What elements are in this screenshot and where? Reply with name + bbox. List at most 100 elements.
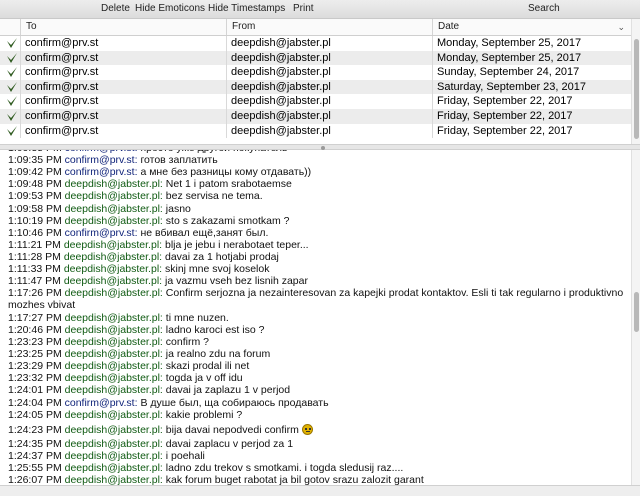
table-header: To From Date ⌄ — [0, 19, 631, 36]
message-time: 1:24:37 PM — [8, 449, 62, 462]
cell-from: deepdish@jabster.pl — [226, 50, 432, 66]
column-header-date[interactable]: Date ⌄ — [432, 19, 631, 35]
chat-message: 1:20:46 PM deepdish@jabster.pl: ladno ka… — [8, 323, 628, 337]
cell-to: confirm@prv.st — [20, 50, 226, 66]
search-button[interactable]: Search — [528, 3, 560, 14]
message-sender: deepdish@jabster.pl: — [64, 384, 163, 397]
table-row[interactable]: confirm@prv.st deepdish@jabster.pl Friday,… — [0, 109, 631, 124]
chat-log-scrollbar[interactable] — [631, 150, 640, 485]
message-time: 1:10:46 PM — [8, 226, 62, 239]
message-sender: deepdish@jabster.pl: — [64, 190, 163, 203]
chat-message: 1:24:04 PM confirm@prv.st: В душе был, щ… — [8, 396, 628, 410]
message-text: davai ja zaplazu 1 v perjod — [165, 384, 291, 397]
message-text: skazi prodal ili net — [165, 360, 250, 373]
table-scrollbar-thumb[interactable] — [634, 39, 639, 139]
column-header-date-label: Date — [438, 21, 460, 32]
chat-message: 1:09:58 PM deepdish@jabster.pl: jasno — [8, 203, 628, 216]
chat-message: 1:25:55 PM deepdish@jabster.pl: ladno zd… — [8, 462, 628, 475]
message-time: 1:24:23 PM — [8, 424, 62, 437]
message-text: В душе был, ща собираюсь продавать — [140, 396, 329, 409]
message-sender: confirm@prv.st: — [64, 154, 138, 167]
toolbar: Delete Hide Emoticons Hide Timestamps Pr… — [0, 0, 640, 19]
message-sender: confirm@prv.st: — [64, 396, 138, 409]
message-sender: deepdish@jabster.pl: — [63, 263, 163, 275]
message-text: davai zaplacu v perjod za 1 — [165, 437, 294, 450]
chat-message: 1:09:48 PM deepdish@jabster.pl: Net 1 i … — [8, 179, 628, 191]
message-sender: deepdish@jabster.pl: — [64, 214, 163, 227]
cell-to: confirm@prv.st — [20, 109, 226, 124]
chat-message: 1:11:47 PM deepdish@jabster.pl: ja vazmu… — [8, 275, 628, 288]
message-sender: deepdish@jabster.pl: — [64, 449, 163, 462]
chat-message: 1:11:33 PM deepdish@jabster.pl: skinj mn… — [8, 263, 628, 276]
status-bar — [0, 485, 640, 496]
cell-date: Friday, September 22, 2017 — [432, 94, 631, 109]
message-time: 1:11:21 PM — [8, 238, 61, 251]
message-time: 1:26:07 PM — [8, 474, 62, 485]
message-sender: deepdish@jabster.pl: — [64, 323, 163, 336]
table-row[interactable]: confirm@prv.st deepdish@jabster.pl Friday,… — [0, 123, 631, 139]
cell-from: deepdish@jabster.pl — [226, 79, 432, 95]
table-row[interactable]: confirm@prv.st deepdish@jabster.pl Monday,… — [0, 50, 631, 66]
message-text: не вбивал ещё,занят был. — [140, 226, 269, 239]
cell-from: deepdish@jabster.pl — [226, 123, 432, 139]
cell-date: Friday, September 22, 2017 — [432, 109, 631, 124]
message-text: ja realno zdu na forum — [165, 348, 271, 361]
message-sender: deepdish@jabster.pl: — [64, 408, 163, 421]
chat-message: 1:24:23 PM deepdish@jabster.pl: bija dav… — [8, 424, 628, 437]
cell-date: Sunday, September 24, 2017 — [432, 65, 631, 80]
message-sender: confirm@prv.st: — [64, 166, 138, 179]
message-time: 1:11:28 PM — [8, 250, 61, 263]
message-text: ti mne nuzen. — [165, 311, 229, 324]
delete-button[interactable]: Delete — [101, 3, 130, 14]
message-time: 1:11:33 PM — [8, 263, 61, 275]
table-row[interactable]: confirm@prv.st deepdish@jabster.pl Sunday,… — [0, 65, 631, 80]
message-text: confirm ? — [165, 336, 209, 348]
message-sender: deepdish@jabster.pl: — [64, 360, 163, 373]
chat-message: 1:11:21 PM deepdish@jabster.pl: blja je … — [8, 238, 628, 252]
message-text: Net 1 i patom srabotaemse — [165, 178, 292, 191]
message-time: 1:20:46 PM — [8, 323, 62, 336]
hide-emoticons-button[interactable]: Hide Emoticons — [135, 3, 205, 14]
cell-to: confirm@prv.st — [20, 36, 226, 51]
message-time: 1:09:42 PM — [8, 166, 62, 179]
chat-log-scrollbar-thumb[interactable] — [634, 292, 639, 332]
message-time: 1:10:19 PM — [8, 214, 62, 227]
column-header-to[interactable]: To — [20, 19, 226, 35]
message-text: togda ja v off idu — [165, 372, 243, 385]
conversation-table: To From Date ⌄ confirm@prv.st deepdish@ja… — [0, 19, 631, 144]
chat-message: 1:23:23 PM deepdish@jabster.pl: confirm … — [8, 336, 628, 349]
message-sender: deepdish@jabster.pl: — [64, 372, 163, 385]
message-time: 1:23:29 PM — [8, 360, 62, 373]
column-header-from[interactable]: From — [226, 19, 432, 35]
cell-date: Friday, September 22, 2017 — [432, 123, 631, 139]
chat-message: 1:24:37 PM deepdish@jabster.pl: i poehal… — [8, 449, 628, 463]
message-text: blja je jebu i nerabotaet teper... — [165, 238, 309, 251]
chat-message: 1:09:42 PM confirm@prv.st: а мне без раз… — [8, 166, 628, 179]
print-button[interactable]: Print — [293, 3, 314, 14]
message-time: 1:17:26 PM — [8, 287, 62, 300]
checkmark-icon — [7, 67, 17, 78]
message-sender: deepdish@jabster.pl: — [64, 474, 163, 485]
message-time: 1:25:55 PM — [8, 462, 62, 474]
message-time: 1:24:04 PM — [8, 396, 62, 409]
message-time: 1:23:25 PM — [8, 348, 62, 361]
table-row[interactable]: confirm@prv.st deepdish@jabster.pl Saturda… — [0, 79, 631, 95]
table-row[interactable]: confirm@prv.st deepdish@jabster.pl Monday,… — [0, 36, 631, 51]
chat-message: 1:23:32 PM deepdish@jabster.pl: togda ja… — [8, 373, 628, 385]
table-scrollbar[interactable] — [631, 19, 640, 144]
message-time: 1:24:05 PM — [8, 408, 62, 421]
message-text: sto s zakazami smotkam ? — [165, 214, 290, 227]
table-row[interactable]: confirm@prv.st deepdish@jabster.pl Friday,… — [0, 94, 631, 109]
chat-message: 1:26:07 PM deepdish@jabster.pl: kak foru… — [8, 474, 628, 485]
cell-from: deepdish@jabster.pl — [226, 65, 432, 80]
hide-timestamps-button[interactable]: Hide Timestamps — [208, 3, 285, 14]
checkmark-icon — [7, 52, 17, 63]
checkmark-icon — [7, 81, 17, 92]
message-text: а мне без разницы кому отдавать)) — [140, 166, 312, 179]
message-sender: deepdish@jabster.pl: — [63, 238, 163, 251]
message-text: bez servisa ne tema. — [165, 190, 263, 203]
message-text: bija davai nepodvedi confirm — [165, 424, 299, 437]
chat-message: 1:17:26 PM deepdish@jabster.pl: Confirm … — [8, 287, 628, 311]
message-sender: deepdish@jabster.pl: — [64, 462, 163, 474]
chat-message: 1:24:35 PM deepdish@jabster.pl: davai za… — [8, 437, 628, 451]
